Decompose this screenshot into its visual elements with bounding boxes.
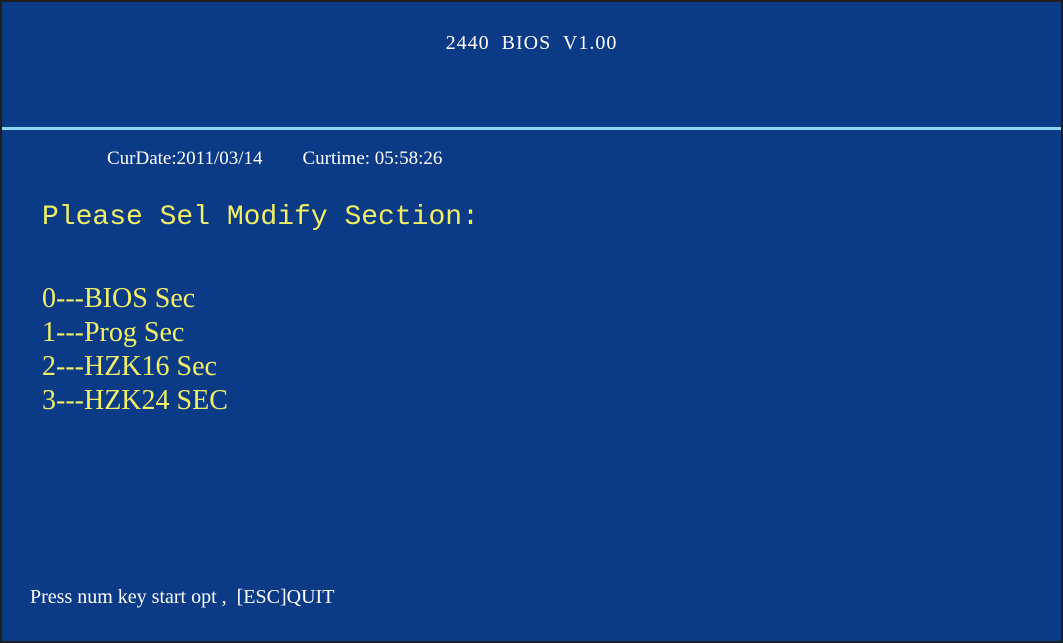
menu-option-prog-sec[interactable]: 1---Prog Sec: [42, 316, 228, 350]
section-prompt: Please Sel Modify Section:: [42, 202, 479, 233]
current-time: Curtime: 05:58:26: [302, 148, 443, 169]
menu-option-bios-sec[interactable]: 0---BIOS Sec: [42, 282, 228, 316]
bios-title: 2440 BIOS V1.00: [445, 32, 618, 54]
bios-screen: 2440 BIOS V1.00 CurDate:2011/03/14 Curti…: [0, 0, 1063, 643]
current-date: CurDate:2011/03/14: [107, 148, 263, 169]
date-time-bar: CurDate:2011/03/14 Curtime: 05:58:26: [107, 148, 442, 170]
menu-option-hzk24-sec[interactable]: 3---HZK24 SEC: [42, 384, 228, 418]
section-menu: 0---BIOS Sec 1---Prog Sec 2---HZK16 Sec …: [42, 282, 228, 418]
key-hint-footer: Press num key start opt , [ESC]QUIT: [30, 586, 335, 608]
bios-header: 2440 BIOS V1.00: [2, 2, 1061, 130]
menu-option-hzk16-sec[interactable]: 2---HZK16 Sec: [42, 350, 228, 384]
